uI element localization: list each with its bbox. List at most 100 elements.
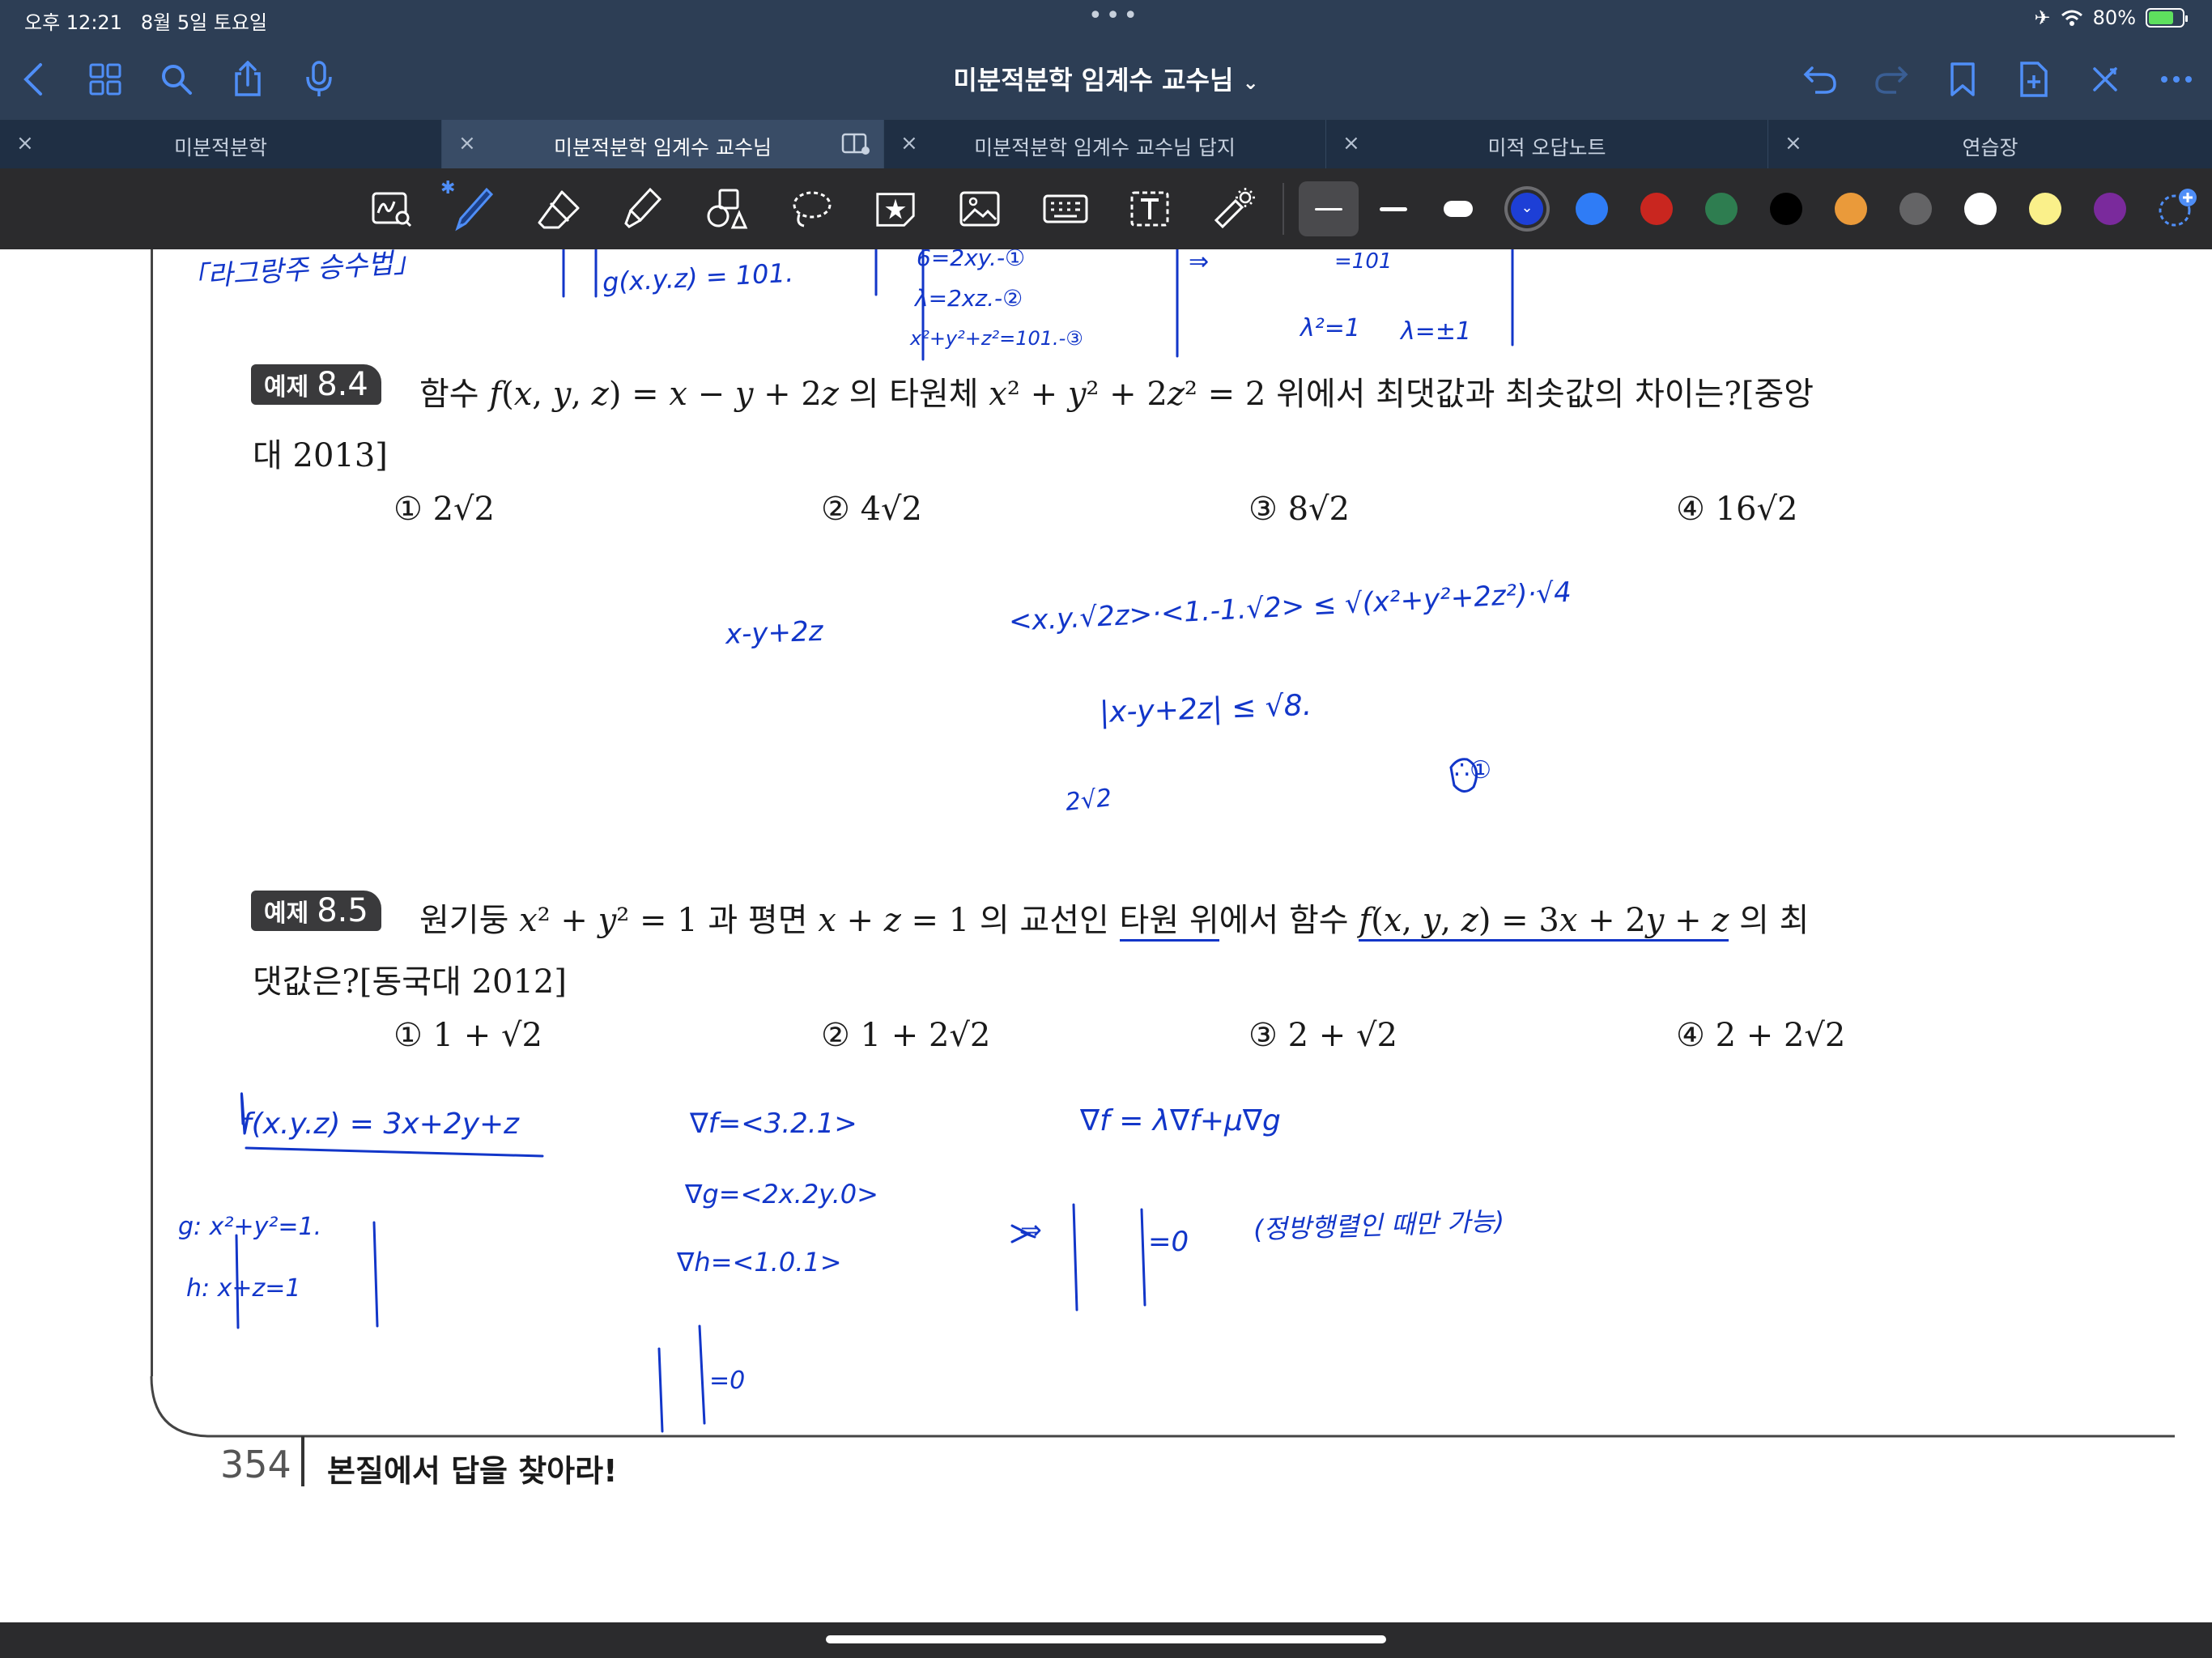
stroke-thick-icon xyxy=(1444,201,1473,217)
home-indicator[interactable] xyxy=(826,1635,1386,1643)
undo-icon xyxy=(1803,66,1836,94)
page-number: 354 xyxy=(220,1443,291,1486)
handwritten-note: ⇒ xyxy=(1020,1214,1042,1245)
redo-button[interactable] xyxy=(1867,55,1916,104)
status-date: 8월 5일 토요일 xyxy=(140,11,268,34)
handwritten-note: =0 xyxy=(709,1367,746,1395)
choice-8-5-1[interactable]: ① 1 + √2 xyxy=(393,1017,542,1054)
color-swatch-3[interactable] xyxy=(1640,193,1673,225)
tab-close-icon[interactable]: × xyxy=(458,131,476,155)
add-color-icon xyxy=(2159,189,2197,227)
laser-pointer-icon xyxy=(1214,188,1255,229)
choice-8-5-4[interactable]: ④ 2 + 2√2 xyxy=(1676,1017,1845,1054)
handwritten-note: λ=2xz.-② xyxy=(915,285,1023,312)
color-swatch-6[interactable] xyxy=(1835,193,1867,225)
redo-icon xyxy=(1875,66,1908,94)
eraser-icon xyxy=(538,190,580,229)
add-page-button[interactable] xyxy=(2010,55,2058,104)
handwritten-note: g(x.y.z) = 101. xyxy=(602,257,794,298)
eraser-tool[interactable] xyxy=(536,186,581,232)
problem-8-5-line2: 댓값은?[동국대 2012] xyxy=(253,963,567,1001)
pen-tool[interactable] xyxy=(452,186,497,232)
problem-8-4-line2: 대 2013] xyxy=(253,437,388,474)
handwritten-note: h: x+z=1 xyxy=(186,1274,301,1303)
color-swatch-10[interactable] xyxy=(2094,193,2126,225)
problem-8-4-line1: 함수 𝑓(𝑥, 𝑦, 𝑧) = 𝑥 − 𝑦 + 2𝑧 의 타원체 𝑥² + 𝑦²… xyxy=(419,376,1814,413)
image-tool[interactable] xyxy=(957,186,1002,232)
status-time: 오후 12:21 8월 5일 토요일 xyxy=(24,11,268,34)
page-footer-slogan: 본질에서 답을 찾아라! xyxy=(327,1453,618,1489)
more-button[interactable] xyxy=(2152,55,2201,104)
stroke-thick[interactable] xyxy=(1428,181,1488,236)
handwritten-note: =0 xyxy=(1148,1226,1189,1258)
tab-wrong-answers[interactable]: × 미적 오답노트 xyxy=(1326,120,1768,168)
sticker-tool[interactable] xyxy=(873,186,918,232)
tab-practice[interactable]: × 연습장 xyxy=(1768,120,2212,168)
tab-close-icon[interactable]: × xyxy=(1342,131,1360,155)
airplane-icon: ✈ xyxy=(2034,6,2051,29)
more-icon xyxy=(2161,76,2192,83)
color-swatch-5[interactable] xyxy=(1770,193,1802,225)
sticker-icon xyxy=(876,193,915,227)
choice-8-4-4[interactable]: ④ 16√2 xyxy=(1676,491,1797,528)
bookmark-icon xyxy=(1950,62,1975,96)
text-tool[interactable] xyxy=(1127,186,1172,232)
shapes-tool[interactable] xyxy=(704,186,750,232)
choice-8-5-2[interactable]: ② 1 + 2√2 xyxy=(821,1017,990,1054)
color-swatch-1[interactable]: ⌄ xyxy=(1511,193,1543,225)
close-toolbar-button[interactable] xyxy=(2081,55,2129,104)
tab-close-icon[interactable]: × xyxy=(1784,131,1802,155)
document-page[interactable]: 예제 8.4 함수 𝑓(𝑥, 𝑦, 𝑧) = 𝑥 − 𝑦 + 2𝑧 의 타원체 𝑥… xyxy=(0,249,2212,1622)
chevron-down-icon: ⌄ xyxy=(1521,199,1534,216)
choice-8-4-1[interactable]: ① 2√2 xyxy=(393,491,495,528)
handwritten-note: λ²=1 xyxy=(1300,314,1361,342)
tab-calculus[interactable]: × 미분적분학 xyxy=(0,120,442,168)
handwriting-search-tool[interactable] xyxy=(369,186,415,232)
lasso-tool[interactable] xyxy=(789,186,834,232)
bookmark-button[interactable] xyxy=(1938,55,1987,104)
tab-calculus-professor[interactable]: × 미분적분학 임계수 교수님 xyxy=(442,120,884,168)
add-color-button[interactable] xyxy=(2154,186,2199,232)
stroke-thin[interactable] xyxy=(1299,181,1359,236)
tab-calculus-answers[interactable]: × 미분적분학 임계수 교수님 답지 xyxy=(884,120,1326,168)
color-swatch-4[interactable] xyxy=(1705,193,1738,225)
highlighter-tool[interactable] xyxy=(620,186,666,232)
status-bar: 오후 12:21 8월 5일 토요일 ••• ✈ 80% xyxy=(0,0,2212,39)
stroke-medium-icon xyxy=(1380,206,1407,211)
tab-bar: × 미분적분학 × 미분적분학 임계수 교수님 × 미분적분학 임계수 교수님 … xyxy=(0,120,2212,168)
handwritten-note: <x.y.√2z>·<1.-1.√2> ≤ √(x²+y²+2z²)·√4 xyxy=(1007,576,1572,638)
wifi-icon xyxy=(2061,10,2082,26)
handwritten-note: ∴① xyxy=(1454,756,1491,784)
battery-icon xyxy=(2146,8,2188,28)
handwritten-note: (정방행렬인 때만 가능) xyxy=(1253,1205,1505,1245)
color-swatch-8[interactable] xyxy=(1964,193,1997,225)
handwritten-note: ∇h=<1.0.1> xyxy=(677,1247,842,1278)
home-indicator-bar xyxy=(0,1622,2212,1658)
color-swatch-7[interactable] xyxy=(1899,193,1932,225)
choice-8-5-3[interactable]: ③ 2 + √2 xyxy=(1249,1017,1397,1054)
color-swatch-9[interactable] xyxy=(2029,193,2061,225)
handwritten-note: ∇g=<2x.2y.0> xyxy=(685,1179,878,1209)
split-view-icon[interactable] xyxy=(841,133,870,155)
multitasking-dots[interactable]: ••• xyxy=(1088,2,1141,30)
keyboard-tool[interactable] xyxy=(1043,186,1088,232)
page-frame-left xyxy=(151,249,153,1376)
example-badge-8-5: 예제 8.5 xyxy=(251,891,381,931)
handwritten-note: 6=2xy.-① xyxy=(917,249,1026,271)
color-swatch-2[interactable] xyxy=(1576,193,1608,225)
stroke-medium[interactable] xyxy=(1363,181,1423,236)
handwritten-note: 2√2 xyxy=(1064,784,1113,817)
tab-close-icon[interactable]: × xyxy=(16,131,34,155)
undo-button[interactable] xyxy=(1796,55,1844,104)
handwritten-note: =101 xyxy=(1334,249,1393,274)
shapes-icon xyxy=(707,189,748,229)
choice-8-4-3[interactable]: ③ 8√2 xyxy=(1249,491,1350,528)
laser-pointer-tool[interactable] xyxy=(1211,186,1257,232)
highlighter-icon xyxy=(624,187,662,228)
handwritten-note: g: x²+y²=1. xyxy=(178,1213,322,1241)
tab-close-icon[interactable]: × xyxy=(900,131,918,155)
pen-icon xyxy=(455,187,494,232)
handwritten-note: x²+y²+z²=101.-③ xyxy=(910,327,1083,350)
underlined-function: 𝑓(𝑥, 𝑦, 𝑧) = 3𝑥 + 2𝑦 + 𝑧 xyxy=(1359,902,1729,942)
choice-8-4-2[interactable]: ② 4√2 xyxy=(821,491,922,528)
